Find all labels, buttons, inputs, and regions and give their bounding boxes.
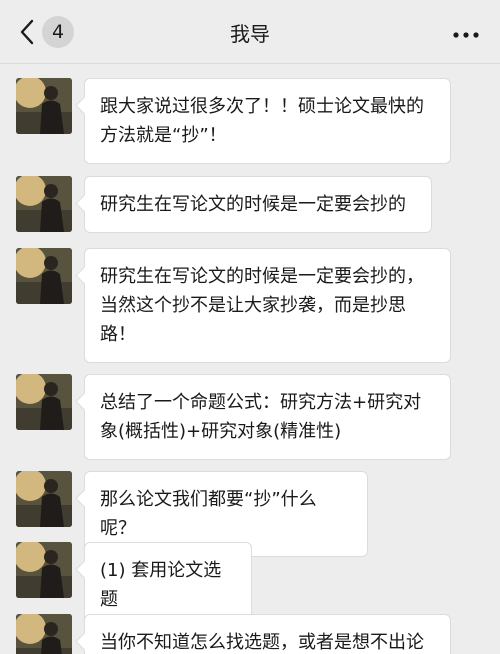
chat-title: 我导: [230, 22, 270, 46]
avatar[interactable]: [16, 471, 72, 527]
avatar[interactable]: [16, 542, 72, 598]
message-bubble[interactable]: 总结了一个命题公式：研究方法+研究对象(概括性)+研究对象(精准性): [84, 374, 451, 460]
avatar[interactable]: [16, 248, 72, 304]
message-row: 当你不知道怎么找选题，或者是想不出论: [16, 614, 451, 654]
message-bubble[interactable]: 研究生在写论文的时候是一定要会抄的，当然这个抄不是让大家抄袭，而是抄思路！: [84, 248, 451, 363]
message-row: 总结了一个命题公式：研究方法+研究对象(概括性)+研究对象(精准性): [16, 374, 451, 460]
back-button[interactable]: 4: [14, 14, 74, 50]
avatar[interactable]: [16, 374, 72, 430]
avatar[interactable]: [16, 78, 72, 134]
avatar[interactable]: [16, 176, 72, 232]
more-options-button[interactable]: [448, 18, 484, 46]
message-row: 跟大家说过很多次了！！硕士论文最快的方法就是“抄”！: [16, 78, 451, 164]
message-bubble[interactable]: 当你不知道怎么找选题，或者是想不出论: [84, 614, 451, 654]
message-row: 研究生在写论文的时候是一定要会抄的: [16, 176, 432, 233]
avatar[interactable]: [16, 614, 72, 654]
message-row: 研究生在写论文的时候是一定要会抄的，当然这个抄不是让大家抄袭，而是抄思路！: [16, 248, 451, 363]
message-bubble[interactable]: 研究生在写论文的时候是一定要会抄的: [84, 176, 432, 233]
chevron-left-icon: [14, 14, 40, 50]
unread-count-badge: 4: [42, 16, 74, 48]
message-list[interactable]: 跟大家说过很多次了！！硕士论文最快的方法就是“抄”！ 研究生在写论文的时候是一定…: [0, 64, 500, 654]
message-bubble[interactable]: 跟大家说过很多次了！！硕士论文最快的方法就是“抄”！: [84, 78, 451, 164]
chat-header: 4 我导: [0, 0, 500, 64]
ellipsis-icon: [453, 23, 479, 42]
